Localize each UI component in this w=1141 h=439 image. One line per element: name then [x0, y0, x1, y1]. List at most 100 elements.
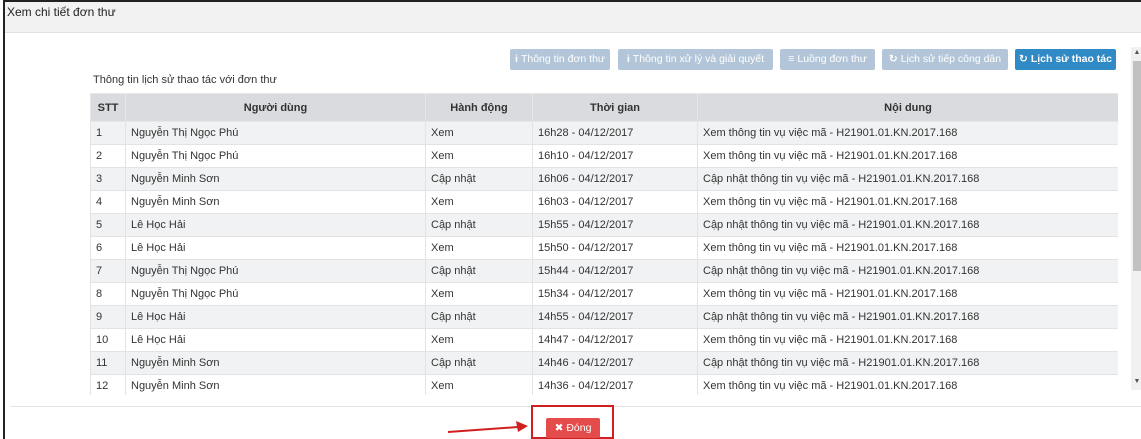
tab-toolbar: i Thông tin đơn thư i Thông tin xử lý và g… — [5, 49, 1141, 71]
column-header-user: Người dùng — [125, 93, 426, 122]
cell-stt: 11 — [90, 351, 126, 375]
table-body: 1 Nguyễn Thị Ngọc Phú Xem 16h28 - 04/12/201… — [90, 121, 1118, 395]
history-table: STT Người dùng Hành động Thời gian Nội d… — [90, 93, 1118, 395]
cell-user: Nguyễn Minh Sơn — [125, 351, 426, 375]
table-row: 5 Lê Học Hải Cập nhật 15h55 - 04/12/2017 Cập… — [90, 213, 1118, 237]
table-row: 7 Nguyễn Thị Ngọc Phú Cập nhật 15h44 - 04/1… — [90, 259, 1118, 283]
cell-stt: 1 — [90, 121, 126, 145]
cell-time: 16h03 - 04/12/2017 — [532, 190, 698, 214]
close-button-label: Đóng — [566, 422, 592, 434]
cell-user: Nguyễn Minh Sơn — [125, 374, 426, 395]
tab-label: Luồng đơn thư — [797, 53, 867, 65]
cell-stt: 6 — [90, 236, 126, 260]
scroll-up-arrow-icon[interactable]: ▲ — [1132, 49, 1141, 59]
cell-time: 16h06 - 04/12/2017 — [532, 167, 698, 191]
cell-stt: 4 — [90, 190, 126, 214]
tab-application-flow[interactable]: ≡ Luồng đơn thư — [780, 49, 875, 70]
cell-user: Nguyễn Thị Ngọc Phú — [125, 282, 426, 306]
cell-content: Cập nhật thông tin vụ việc mã - H21901.0… — [697, 351, 1118, 375]
modal-title: Xem chi tiết đơn thư — [7, 5, 116, 19]
cell-user: Nguyễn Minh Sơn — [125, 167, 426, 191]
cell-content: Xem thông tin vụ việc mã - H21901.01.KN.… — [697, 121, 1118, 145]
history-icon: ↻ — [1019, 53, 1028, 65]
cell-action: Xem — [425, 190, 533, 214]
close-icon: ✖ — [554, 422, 564, 434]
cell-stt: 5 — [90, 213, 126, 237]
cell-stt: 9 — [90, 305, 126, 329]
cell-action: Xem — [425, 236, 533, 260]
modal-header: Xem chi tiết đơn thư — [5, 2, 1141, 33]
tab-operation-history[interactable]: ↻ Lịch sử thao tác — [1015, 49, 1116, 70]
table-row: 2 Nguyễn Thị Ngọc Phú Xem 16h10 - 04/12/201… — [90, 144, 1118, 168]
cell-time: 14h47 - 04/12/2017 — [532, 328, 698, 352]
cell-content: Xem thông tin vụ việc mã - H21901.01.KN.… — [697, 374, 1118, 395]
cell-user: Lê Học Hải — [125, 305, 426, 329]
column-header-action: Hành động — [425, 93, 533, 122]
tab-citizen-reception-history[interactable]: ↻ Lịch sử tiếp công dân — [882, 49, 1008, 70]
cell-stt: 2 — [90, 144, 126, 168]
cell-user: Nguyễn Thị Ngọc Phú — [125, 144, 426, 168]
cell-time: 15h34 - 04/12/2017 — [532, 282, 698, 306]
red-arrow-annotation — [448, 421, 528, 433]
cell-action: Cập nhật — [425, 167, 533, 191]
column-header-time: Thời gian — [532, 93, 698, 122]
cell-time: 14h55 - 04/12/2017 — [532, 305, 698, 329]
cell-user: Lê Học Hải — [125, 213, 426, 237]
tab-label: Lịch sử thao tác — [1030, 53, 1112, 65]
history-table-wrapper: STT Người dùng Hành động Thời gian Nội d… — [90, 93, 1118, 395]
cell-stt: 8 — [90, 282, 126, 306]
scrollbar[interactable]: ▲ ▼ — [1131, 47, 1141, 390]
cell-action: Cập nhật — [425, 351, 533, 375]
tab-label: Thông tin đơn thư — [520, 53, 605, 65]
table-row: 1 Nguyễn Thị Ngọc Phú Xem 16h28 - 04/12/201… — [90, 121, 1118, 145]
cell-content: Xem thông tin vụ việc mã - H21901.01.KN.… — [697, 328, 1118, 352]
cell-time: 16h10 - 04/12/2017 — [532, 144, 698, 168]
list-icon: ≡ — [788, 53, 795, 65]
info-icon: i — [515, 53, 518, 65]
cell-action: Xem — [425, 121, 533, 145]
cell-stt: 3 — [90, 167, 126, 191]
column-header-content: Nội dung — [697, 93, 1118, 122]
cell-time: 15h55 - 04/12/2017 — [532, 213, 698, 237]
cell-action: Cập nhật — [425, 259, 533, 283]
history-icon: ↻ — [888, 53, 898, 65]
detail-modal: Xem chi tiết đơn thư i Thông tin đơn thư … — [3, 0, 1141, 439]
table-row: 8 Nguyễn Thị Ngọc Phú Xem 15h34 - 04/12/201… — [90, 282, 1118, 306]
cell-content: Xem thông tin vụ việc mã - H21901.01.KN.… — [697, 282, 1118, 306]
cell-content: Cập nhật thông tin vụ việc mã - H21901.0… — [697, 213, 1118, 237]
scrollbar-thumb[interactable] — [1133, 61, 1141, 271]
cell-time: 15h50 - 04/12/2017 — [532, 236, 698, 260]
cell-user: Lê Học Hải — [125, 236, 426, 260]
cell-time: 14h36 - 04/12/2017 — [532, 374, 698, 395]
tab-label: Lịch sử tiếp công dân — [900, 53, 1002, 65]
tab-processing-info[interactable]: i Thông tin xử lý và giải quyết — [618, 49, 773, 70]
table-row: 11 Nguyễn Minh Sơn Cập nhật 14h46 - 04/12/2… — [90, 351, 1118, 375]
cell-content: Xem thông tin vụ việc mã - H21901.01.KN.… — [697, 144, 1118, 168]
cell-user: Nguyễn Minh Sơn — [125, 190, 426, 214]
close-button[interactable]: ✖ Đóng — [546, 418, 600, 438]
cell-action: Xem — [425, 374, 533, 395]
info-icon: i — [626, 53, 630, 65]
cell-action: Xem — [425, 328, 533, 352]
cell-content: Cập nhật thông tin vụ việc mã - H21901.0… — [697, 305, 1118, 329]
cell-time: 15h44 - 04/12/2017 — [532, 259, 698, 283]
table-header-row: STT Người dùng Hành động Thời gian Nội d… — [90, 93, 1118, 122]
table-row: 9 Lê Học Hải Cập nhật 14h55 - 04/12/2017 Cập… — [90, 305, 1118, 329]
cell-content: Cập nhật thông tin vụ việc mã - H21901.0… — [697, 167, 1118, 191]
cell-action: Xem — [425, 144, 533, 168]
tab-label: Thông tin xử lý và giải quyết — [632, 53, 765, 65]
cell-content: Xem thông tin vụ việc mã - H21901.01.KN.… — [697, 236, 1118, 260]
cell-user: Nguyễn Thị Ngọc Phú — [125, 121, 426, 145]
cell-user: Lê Học Hải — [125, 328, 426, 352]
table-row: 10 Lê Học Hải Xem 14h47 - 04/12/2017 Xem thô… — [90, 328, 1118, 352]
section-title: Thông tin lịch sử thao tác với đơn thư — [93, 74, 277, 86]
cell-stt: 12 — [90, 374, 126, 395]
tab-application-info[interactable]: i Thông tin đơn thư — [510, 49, 610, 70]
cell-content: Xem thông tin vụ việc mã - H21901.01.KN.… — [697, 190, 1118, 214]
cell-content: Cập nhật thông tin vụ việc mã - H21901.0… — [697, 259, 1118, 283]
cell-user: Nguyễn Thị Ngọc Phú — [125, 259, 426, 283]
scroll-down-arrow-icon[interactable]: ▼ — [1132, 378, 1141, 388]
table-row: 6 Lê Học Hải Xem 15h50 - 04/12/2017 Xem thôn… — [90, 236, 1118, 260]
table-row: 3 Nguyễn Minh Sơn Cập nhật 16h06 - 04/12/20… — [90, 167, 1118, 191]
column-header-stt: STT — [90, 93, 126, 122]
